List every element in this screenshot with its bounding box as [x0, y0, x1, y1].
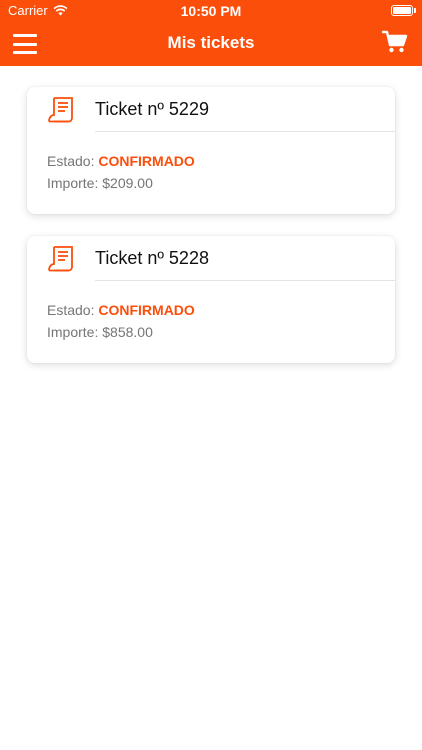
ticket-amount-row: Importe: $209.00 [47, 175, 153, 191]
battery-icon [391, 5, 413, 16]
status-label: Estado: [47, 302, 95, 318]
ticket-title: Ticket nº 5228 [95, 248, 209, 268]
battery-cap [414, 8, 416, 13]
ticket-card[interactable]: Ticket nº 5228 Estado: CONFIRMADO Import… [27, 236, 395, 363]
status-value: CONFIRMADO [98, 302, 195, 318]
amount-value: $209.00 [102, 175, 153, 191]
app-header: Carrier 10:50 PM Mis tickets [0, 0, 422, 66]
ticket-card[interactable]: Ticket nº 5229 Estado: CONFIRMADO Import… [27, 87, 395, 214]
ticket-status-row: Estado: CONFIRMADO [47, 302, 195, 318]
ticket-amount-row: Importe: $858.00 [47, 324, 153, 340]
status-bar: Carrier 10:50 PM [0, 0, 422, 22]
receipt-icon [48, 246, 73, 272]
status-label: Estado: [47, 153, 95, 169]
navigation-bar: Mis tickets [0, 22, 422, 66]
shopping-cart-icon[interactable] [381, 30, 408, 54]
amount-value: $858.00 [102, 324, 153, 340]
amount-label: Importe: [47, 175, 99, 191]
status-value: CONFIRMADO [98, 153, 195, 169]
amount-label: Importe: [47, 324, 99, 340]
page-title: Mis tickets [167, 33, 255, 52]
receipt-icon [48, 97, 73, 123]
status-time: 10:50 PM [180, 3, 242, 19]
ticket-divider [95, 131, 395, 132]
ticket-title: Ticket nº 5229 [95, 99, 209, 119]
ticket-status-row: Estado: CONFIRMADO [47, 153, 195, 169]
ticket-list: Ticket nº 5229 Estado: CONFIRMADO Import… [27, 87, 395, 385]
ticket-divider [95, 280, 395, 281]
